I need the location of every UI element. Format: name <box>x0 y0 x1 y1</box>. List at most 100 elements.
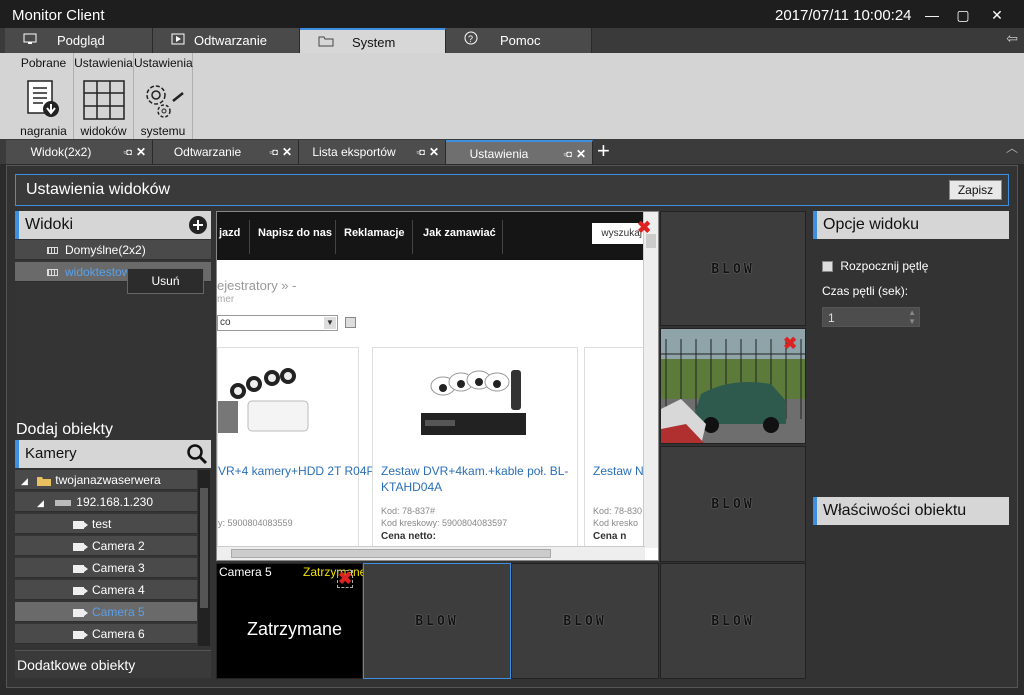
context-menu-delete[interactable]: Usuń <box>127 268 204 294</box>
tab-system[interactable]: System <box>300 28 446 53</box>
web-vertical-scrollbar[interactable] <box>643 212 658 548</box>
page-header: Ustawienia widoków Zapisz <box>15 174 1009 206</box>
product-card[interactable]: VR+4 kamery+HDD 2T R04PD y: 590080408355… <box>217 347 383 547</box>
chevron-down-icon[interactable]: ▼ <box>324 317 336 329</box>
pin-icon[interactable]: ▫◘ <box>269 140 278 164</box>
view-tile-selected[interactable]: BLOW <box>363 563 511 679</box>
tab-pomoc[interactable]: ? Pomoc <box>446 28 592 53</box>
close-tab-icon[interactable]: ✕ <box>429 140 439 164</box>
spinner-arrows-icon[interactable]: ▲ ▼ <box>908 308 916 326</box>
remove-camera-icon[interactable]: ✖ <box>783 334 797 354</box>
loop-time-value: 1 <box>828 311 835 325</box>
website-sort-select[interactable]: co ▼ <box>217 315 338 331</box>
tree-label: Camera 3 <box>92 561 145 575</box>
save-button[interactable]: Zapisz <box>949 180 1002 200</box>
add-tab-icon[interactable]: + <box>597 140 619 162</box>
tree-server[interactable]: ◢ twojanazwaserwera <box>15 470 197 490</box>
close-button[interactable]: ✕ <box>980 4 1014 26</box>
expand-icon[interactable]: ◢ <box>37 498 44 508</box>
gears-icon <box>146 85 184 118</box>
nav-link[interactable]: Jak zamawiać <box>423 227 496 239</box>
close-tab-icon[interactable]: ✕ <box>576 142 586 166</box>
pin-icon[interactable]: ▫◘ <box>123 140 132 164</box>
nav-link[interactable]: jazd <box>219 227 240 239</box>
tab-label: System <box>352 35 396 50</box>
server-folder-icon <box>37 476 52 486</box>
pin-icon[interactable]: ▫◘ <box>563 142 572 166</box>
tree-camera[interactable]: Camera 6 <box>15 624 197 644</box>
view-settings-button[interactable]: Ustawienia widoków <box>74 53 134 139</box>
tree-camera[interactable]: Camera 2 <box>15 536 197 556</box>
expand-icon[interactable]: ◢ <box>21 476 28 486</box>
view-tile[interactable]: BLOW <box>511 563 659 679</box>
extra-objects-label: Dodatkowe obiekty <box>17 657 136 673</box>
product-card[interactable]: Zestaw DVR+4kam.+kable poł. BL-KTAHD04A … <box>372 347 578 547</box>
view-tile[interactable]: BLOW <box>660 211 806 326</box>
website-checkbox[interactable] <box>345 317 356 328</box>
loop-checkbox[interactable] <box>822 261 833 273</box>
website-breadcrumb: ejestratory » - <box>217 278 297 293</box>
scrollbar-thumb[interactable] <box>231 549 551 558</box>
add-view-icon[interactable] <box>189 216 207 234</box>
blow-logo: BLOW <box>711 497 755 512</box>
tree-camera[interactable]: Camera 3 <box>15 558 197 578</box>
select-value: co <box>220 317 231 328</box>
play-icon <box>171 28 185 53</box>
extra-objects-header[interactable]: Dodatkowe obiekty <box>15 650 211 678</box>
ribbon-label-bottom: systemu <box>140 124 186 138</box>
blow-logo: BLOW <box>711 614 755 629</box>
nav-link[interactable]: Napisz do nas <box>258 227 332 239</box>
tree-device[interactable]: ◢ 192.168.1.230 <box>15 492 197 512</box>
doctab-odtwarzanie[interactable]: Odtwarzanie ▫◘ ✕ <box>153 140 299 164</box>
tab-odtwarzanie[interactable]: Odtwarzanie <box>153 28 300 53</box>
camera-preview-tile[interactable]: ✖ <box>660 328 806 444</box>
view-tile[interactable]: BLOW <box>660 563 806 679</box>
product-title[interactable]: Zestaw DVR+4kam.+kable poł. BL-KTAHD04A <box>381 463 581 495</box>
nvr-device-icon <box>55 499 72 506</box>
web-page-tile[interactable]: jazd Napisz do nas Reklamacje Jak zamawi… <box>216 211 659 561</box>
ribbon-label-top: Pobrane <box>20 56 67 70</box>
doctab-lista-eksportow[interactable]: Lista eksportów ▫◘ ✕ <box>299 140 446 164</box>
tree-camera-selected[interactable]: Camera 5 <box>15 602 197 622</box>
remove-camera-icon[interactable]: ✖ <box>337 570 354 588</box>
tree-camera[interactable]: test <box>15 514 197 534</box>
doctab-ustawienia-widokow[interactable]: Ustawienia widoków ▫◘ ✕ <box>446 140 593 185</box>
collapse-ribbon-icon[interactable]: ︿ <box>1006 139 1018 156</box>
blow-logo: BLOW <box>415 614 459 629</box>
loop-time-label: Czas pętli (sek): <box>822 284 909 298</box>
loop-checkbox-row[interactable]: Rozpocznij pętlę <box>822 259 928 273</box>
scrollbar-thumb[interactable] <box>200 488 208 608</box>
doctab-widok[interactable]: Widok(2x2) ▫◘ ✕ <box>6 140 153 164</box>
web-horizontal-scrollbar[interactable] <box>217 546 645 560</box>
product-barcode: Kod kresko <box>593 518 639 528</box>
maximize-button[interactable]: ▢ <box>946 4 980 26</box>
app-title: Monitor Client <box>12 7 105 24</box>
loop-time-spinner[interactable]: 1 ▲ ▼ <box>822 307 920 327</box>
remove-web-tile-icon[interactable]: ✖ <box>637 218 651 238</box>
downloaded-recordings-button[interactable]: Pobrane nagrania <box>14 53 74 139</box>
nav-link[interactable]: Reklamacje <box>344 227 405 239</box>
tree-label: twojanazwaserwera <box>55 473 161 487</box>
search-icon[interactable] <box>186 443 208 465</box>
doctab-label: Widok(2x2) <box>30 145 92 159</box>
tree-camera[interactable]: Camera 4 <box>15 580 197 600</box>
system-settings-button[interactable]: Ustawienia systemu <box>134 53 193 139</box>
close-tab-icon[interactable]: ✕ <box>136 140 146 164</box>
camera5-tile[interactable]: Camera 5 Zatrzymane ✖ Zatrzymane <box>216 563 366 679</box>
product-barcode: y: 5900804083559 <box>218 518 293 528</box>
camera-icon <box>73 608 88 617</box>
website-subtext: mer <box>217 294 235 305</box>
logout-icon[interactable]: ⇦ <box>1006 30 1018 47</box>
object-properties-title: Właściwości obiektu <box>823 502 967 519</box>
loop-label: Rozpocznij pętlę <box>840 259 929 273</box>
tab-podglad[interactable]: Podgląd <box>5 28 153 53</box>
product-barcode: Kod kreskowy: 5900804083597 <box>381 518 508 528</box>
cameras-header: Kamery <box>15 440 211 468</box>
tree-scrollbar[interactable] <box>198 470 210 646</box>
minimize-button[interactable]: — <box>915 4 949 26</box>
options-title: Opcje widoku <box>823 216 920 233</box>
close-tab-icon[interactable]: ✕ <box>282 140 292 164</box>
view-item[interactable]: Domyślne(2x2) <box>15 240 211 260</box>
pin-icon[interactable]: ▫◘ <box>416 140 425 164</box>
view-tile[interactable]: BLOW <box>660 446 806 562</box>
